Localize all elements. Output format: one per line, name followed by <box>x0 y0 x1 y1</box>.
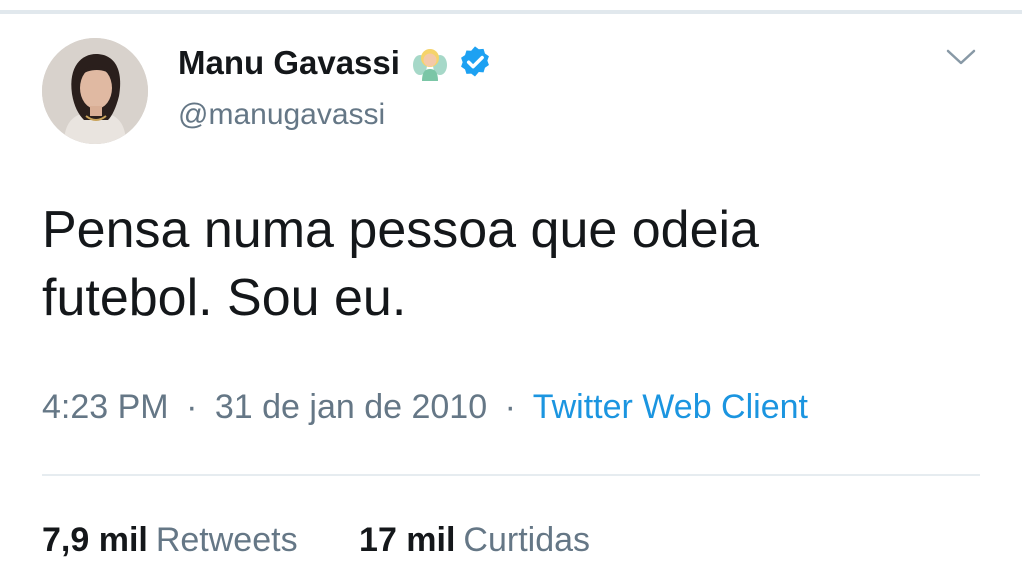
author-handle[interactable]: @manugavassi <box>178 98 385 132</box>
fairy-emoji-icon <box>412 45 448 81</box>
likes-count: 17 mil <box>359 521 456 559</box>
tweet-date[interactable]: 31 de jan de 2010 <box>215 388 487 426</box>
tweet-source-link[interactable]: Twitter Web Client <box>533 388 808 426</box>
author-name-row[interactable]: Manu Gavassi <box>178 44 494 82</box>
display-name[interactable]: Manu Gavassi <box>178 44 400 82</box>
meta-separator: · <box>186 388 198 426</box>
meta-separator: · <box>504 388 516 426</box>
tweet-meta: 4:23 PM · 31 de jan de 2010 · Twitter We… <box>42 388 808 427</box>
likes-stat[interactable]: 17 mil Curtidas <box>359 521 590 560</box>
retweets-label: Retweets <box>155 521 298 559</box>
chevron-down-icon[interactable] <box>944 46 978 68</box>
retweets-stat[interactable]: 7,9 mil Retweets <box>42 521 298 560</box>
tweet-stats: 7,9 mil Retweets 17 mil Curtidas <box>42 521 590 560</box>
avatar[interactable] <box>42 38 148 144</box>
top-border <box>0 10 1022 14</box>
likes-label: Curtidas <box>463 521 591 559</box>
tweet-time[interactable]: 4:23 PM <box>42 388 169 426</box>
divider <box>42 474 980 476</box>
avatar-image <box>42 38 148 144</box>
retweets-count: 7,9 mil <box>42 521 148 559</box>
verified-badge-icon <box>456 44 494 82</box>
tweet-text: Pensa numa pessoa que odeia futebol. Sou… <box>42 201 759 327</box>
